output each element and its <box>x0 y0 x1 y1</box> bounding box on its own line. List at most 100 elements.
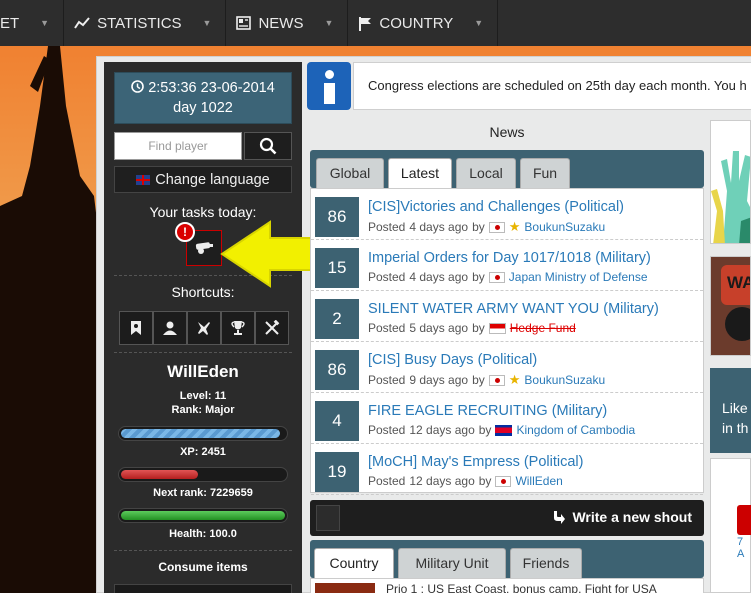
shout-input[interactable] <box>316 505 340 531</box>
news-title-link[interactable]: FIRE EAGLE RECRUITING (Military) <box>368 403 607 419</box>
shortcut-work[interactable] <box>255 311 289 345</box>
shortcut-user[interactable] <box>153 311 187 345</box>
author-link[interactable]: Japan Ministry of Defense <box>509 270 648 284</box>
nav-news[interactable]: NEWS ▼ <box>226 0 349 46</box>
author-link[interactable]: BoukunSuzaku <box>524 220 605 234</box>
posted-label: Posted <box>368 321 406 335</box>
posted-label: Posted <box>368 474 406 488</box>
health-bar <box>118 508 288 523</box>
vote-count[interactable]: 86 <box>315 197 359 237</box>
war-emblem-icon <box>725 307 750 341</box>
news-title-link[interactable]: Imperial Orders for Day 1017/1018 (Milit… <box>368 250 651 266</box>
news-list: 86 [CIS]Victories and Challenges (Politic… <box>310 188 704 495</box>
next-rank-bar <box>118 467 288 482</box>
tools-icon <box>265 320 280 335</box>
bookmark-star-icon <box>131 321 141 335</box>
share-arrow-icon <box>554 511 566 524</box>
change-language-label: Change language <box>155 171 270 188</box>
shortcuts-bar <box>119 311 289 345</box>
news-title-link[interactable]: [MoCH] May's Empress (Political) <box>368 454 583 470</box>
clock-time-row: 2:53:36 23-06-2014 <box>115 78 291 98</box>
shout-avatar[interactable] <box>315 583 375 593</box>
airplane-icon <box>198 322 210 335</box>
shout-preview-text: Prio 1 : US East Coast, bonus camp. Figh… <box>386 582 657 593</box>
side-link[interactable]: 7 A <box>737 536 750 560</box>
consume-items-box <box>114 584 292 593</box>
posted-ago: 12 days ago <box>409 474 475 488</box>
tab-global[interactable]: Global <box>316 158 384 188</box>
posted-ago: 9 days ago <box>409 373 469 387</box>
by-label: by <box>478 423 492 437</box>
tab-local[interactable]: Local <box>456 158 516 188</box>
tab-country[interactable]: Country <box>314 548 394 578</box>
vote-count[interactable]: 2 <box>315 299 359 339</box>
nav-news-label: NEWS <box>258 14 304 32</box>
news-title-link[interactable]: [CIS] Busy Days (Political) <box>368 352 537 368</box>
news-item[interactable]: 4 FIRE EAGLE RECRUITING (Military) Posted 1… <box>311 393 703 444</box>
divider <box>114 352 292 353</box>
author-link[interactable]: BoukunSuzaku <box>524 373 605 387</box>
author-link[interactable]: Hedge Fund <box>510 321 576 335</box>
tab-friends[interactable]: Friends <box>510 548 582 578</box>
consume-items-label: Consume items <box>158 560 248 574</box>
tab-latest[interactable]: Latest <box>388 158 452 188</box>
news-item[interactable]: 19 [MoCH] May's Empress (Political) Posted… <box>311 444 703 495</box>
war-badge: WA <box>721 265 750 305</box>
info-icon <box>307 62 351 110</box>
red-button[interactable] <box>737 505 751 535</box>
nav-country[interactable]: COUNTRY ▼ <box>348 0 499 46</box>
news-item[interactable]: 86 [CIS] Busy Days (Political) Posted 9 day… <box>311 342 703 393</box>
user-add-icon <box>163 321 177 335</box>
write-shout-button[interactable]: Write a new shout <box>552 509 692 525</box>
author-link[interactable]: WillEden <box>515 474 562 488</box>
shortcut-bookmark[interactable] <box>119 311 153 345</box>
news-item[interactable]: 2 SILENT WATER ARMY WANT YOU (Military) Po… <box>311 291 703 342</box>
clock-day: day 1022 <box>173 100 233 116</box>
vote-count[interactable]: 19 <box>315 452 359 492</box>
shortcut-achievements[interactable] <box>221 311 255 345</box>
news-item[interactable]: 86 [CIS]Victories and Challenges (Politic… <box>311 189 703 240</box>
news-item[interactable]: 15 Imperial Orders for Day 1017/1018 (Mil… <box>311 240 703 291</box>
japan-flag-icon <box>495 475 512 487</box>
search-icon <box>259 137 277 155</box>
posted-ago: 4 days ago <box>409 220 469 234</box>
task-warning-icon: ! <box>175 222 195 242</box>
nav-market[interactable]: ET ▼ <box>0 0 65 46</box>
divider <box>114 550 292 551</box>
username[interactable]: WillEden <box>104 362 302 382</box>
tab-fun[interactable]: Fun <box>520 158 570 188</box>
side-widget: 7 A <box>710 458 751 593</box>
chevron-down-icon: ▼ <box>202 18 212 28</box>
vote-count[interactable]: 86 <box>315 350 359 390</box>
posted-label: Posted <box>368 373 406 387</box>
vote-count[interactable]: 15 <box>315 248 359 288</box>
author-link[interactable]: Kingdom of Cambodia <box>516 423 635 437</box>
next-rank-text: Next rank: 7229659 <box>153 487 253 499</box>
clock-icon <box>131 80 144 93</box>
shout-tabs: Country Military Unit Friends <box>310 540 704 578</box>
news-title-link[interactable]: SILENT WATER ARMY WANT YOU (Military) <box>368 301 659 317</box>
promo-banner[interactable] <box>710 120 751 244</box>
news-title-link[interactable]: [CIS]Victories and Challenges (Political… <box>368 199 624 215</box>
chart-icon <box>74 17 90 29</box>
uk-flag-icon <box>136 174 151 185</box>
like-text-2: in th <box>722 420 749 436</box>
posted-ago: 12 days ago <box>409 423 475 437</box>
news-meta: Posted 12 days ago by Kingdom of Cambodia <box>368 423 635 437</box>
tab-military-unit[interactable]: Military Unit <box>398 548 506 578</box>
search-button[interactable] <box>244 132 292 160</box>
chevron-down-icon: ▼ <box>474 18 484 28</box>
nav-statistics[interactable]: STATISTICS ▼ <box>64 0 227 46</box>
chevron-down-icon: ▼ <box>324 18 334 28</box>
star-icon: ★ <box>508 219 521 234</box>
shortcut-travel[interactable] <box>187 311 221 345</box>
change-language-button[interactable]: Change language <box>114 166 292 193</box>
find-player-input[interactable]: Find player <box>114 132 242 160</box>
posted-label: Posted <box>368 270 406 284</box>
war-banner[interactable]: WA <box>710 256 751 356</box>
cannon-icon <box>195 242 213 254</box>
like-text: Like <box>722 400 748 416</box>
news-meta: Posted 4 days ago by ★ BoukunSuzaku <box>368 219 605 235</box>
news-meta: Posted 9 days ago by ★ BoukunSuzaku <box>368 372 605 388</box>
vote-count[interactable]: 4 <box>315 401 359 441</box>
